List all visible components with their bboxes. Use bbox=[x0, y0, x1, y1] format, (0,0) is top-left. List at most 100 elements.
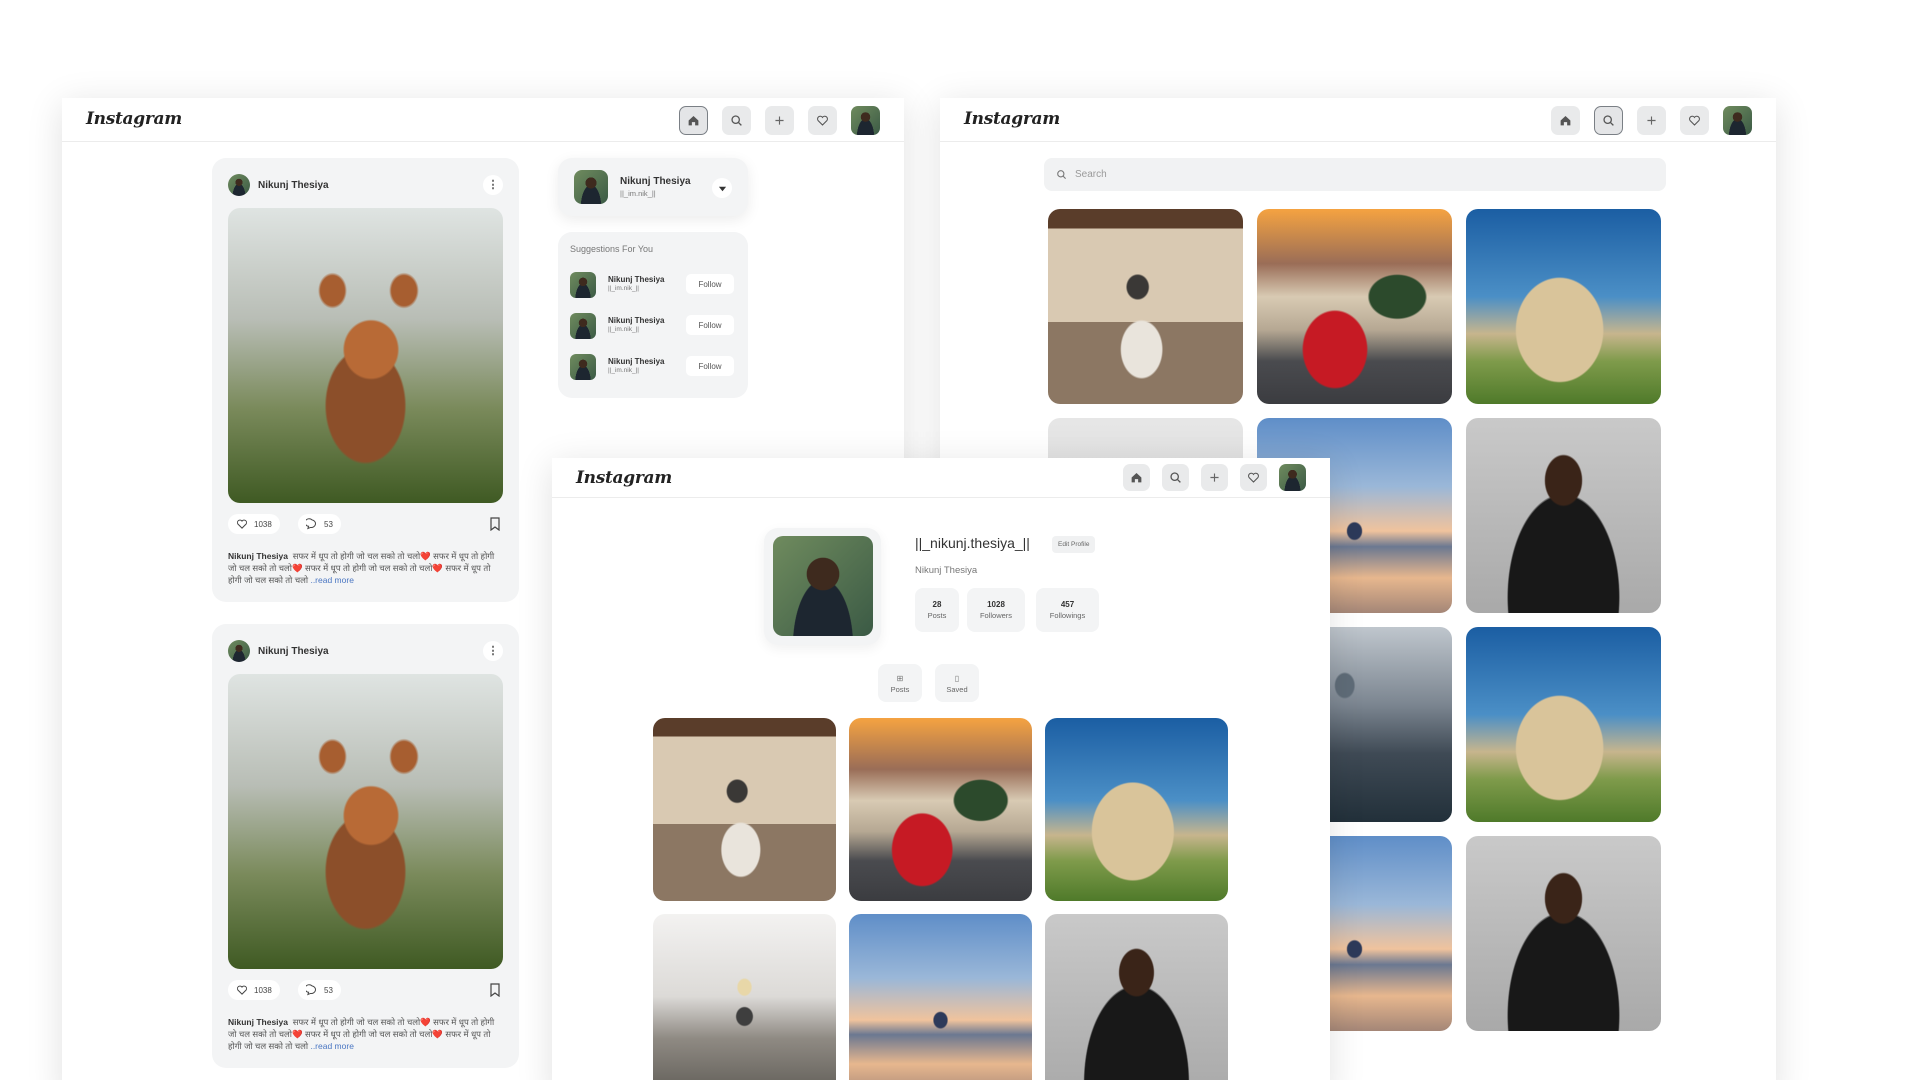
profile-avatar[interactable] bbox=[851, 106, 880, 135]
instagram-logo[interactable]: Instagram bbox=[964, 109, 1060, 129]
top-navbar: Instagram bbox=[552, 458, 1330, 498]
profile-picture-frame bbox=[764, 528, 881, 645]
add-post-icon[interactable] bbox=[1637, 106, 1666, 135]
heart-icon[interactable] bbox=[808, 106, 837, 135]
comment-icon bbox=[306, 984, 316, 996]
follow-button[interactable]: Follow bbox=[686, 315, 734, 335]
profile-post-image[interactable] bbox=[653, 718, 836, 901]
post-caption: Nikunj Thesiya सफर में धूप तो होगी जो चल… bbox=[228, 550, 503, 586]
chevron-down-icon[interactable] bbox=[712, 178, 732, 198]
home-icon[interactable] bbox=[1551, 106, 1580, 135]
suggestion-avatar[interactable] bbox=[570, 272, 596, 298]
posts-count: 28 bbox=[932, 600, 942, 609]
account-handle: ||_im.nik_|| bbox=[620, 189, 656, 198]
like-button[interactable]: 1038 bbox=[228, 980, 280, 1000]
post-author-name[interactable]: Nikunj Thesiya bbox=[258, 180, 329, 191]
suggestion-handle: ||_im.nik_|| bbox=[608, 367, 639, 374]
search-icon bbox=[1057, 170, 1067, 180]
suggestions-panel: Suggestions For You Nikunj Thesiya ||_im… bbox=[558, 232, 748, 398]
suggestions-title: Suggestions For You bbox=[570, 244, 654, 254]
grid-icon: ⊞ bbox=[896, 674, 904, 683]
like-count: 1038 bbox=[254, 985, 272, 995]
like-button[interactable]: 1038 bbox=[228, 514, 280, 534]
instagram-logo[interactable]: Instagram bbox=[86, 109, 182, 129]
profile-picture[interactable] bbox=[773, 536, 873, 636]
comment-count: 53 bbox=[324, 985, 333, 995]
more-options-icon[interactable]: ⋮ bbox=[483, 175, 503, 195]
post-author-avatar[interactable] bbox=[228, 640, 250, 662]
followers-stat[interactable]: 1028 Followers bbox=[967, 588, 1025, 632]
post-image[interactable] bbox=[228, 674, 503, 969]
like-count: 1038 bbox=[254, 519, 272, 529]
follow-button[interactable]: Follow bbox=[686, 356, 734, 376]
more-options-icon[interactable]: ⋮ bbox=[483, 641, 503, 661]
post-image[interactable] bbox=[228, 208, 503, 503]
heart-icon[interactable] bbox=[1680, 106, 1709, 135]
explore-image[interactable] bbox=[1257, 209, 1452, 404]
home-icon[interactable] bbox=[1123, 464, 1150, 491]
suggestion-avatar[interactable] bbox=[570, 313, 596, 339]
search-input[interactable]: Search bbox=[1044, 158, 1666, 191]
follow-button[interactable]: Follow bbox=[686, 274, 734, 294]
tab-saved[interactable]: ▯ Saved bbox=[935, 664, 979, 702]
profile-post-image[interactable] bbox=[653, 914, 836, 1080]
search-placeholder: Search bbox=[1075, 169, 1107, 180]
followings-label: Followings bbox=[1049, 611, 1086, 620]
post-caption: Nikunj Thesiya सफर में धूप तो होगी जो चल… bbox=[228, 1016, 503, 1052]
instagram-logo[interactable]: Instagram bbox=[576, 468, 672, 488]
explore-image[interactable] bbox=[1466, 836, 1661, 1031]
bookmark-icon[interactable] bbox=[489, 983, 501, 998]
posts-label: Posts bbox=[927, 611, 947, 620]
explore-image[interactable] bbox=[1048, 209, 1243, 404]
profile-avatar[interactable] bbox=[1279, 464, 1306, 491]
account-switcher[interactable]: Nikunj Thesiya ||_im.nik_|| bbox=[558, 158, 748, 216]
tab-posts[interactable]: ⊞ Posts bbox=[878, 664, 922, 702]
suggestion-item: Nikunj Thesiya ||_im.nik_|| Follow bbox=[558, 352, 748, 380]
heart-icon bbox=[236, 985, 248, 995]
followers-count: 1028 bbox=[987, 600, 1005, 609]
search-icon[interactable] bbox=[722, 106, 751, 135]
search-icon[interactable] bbox=[1594, 106, 1623, 135]
profile-post-image[interactable] bbox=[849, 718, 1032, 901]
profile-post-image[interactable] bbox=[849, 914, 1032, 1080]
profile-username: ||_nikunj.thesiya_|| bbox=[915, 535, 1030, 551]
edit-profile-button[interactable]: Edit Profile bbox=[1052, 536, 1096, 553]
explore-image[interactable] bbox=[1466, 627, 1661, 822]
caption-username[interactable]: Nikunj Thesiya bbox=[228, 1017, 288, 1027]
add-post-icon[interactable] bbox=[765, 106, 794, 135]
explore-image[interactable] bbox=[1466, 209, 1661, 404]
post-author-avatar[interactable] bbox=[228, 174, 250, 196]
post-author-name[interactable]: Nikunj Thesiya bbox=[258, 646, 329, 657]
suggestion-handle: ||_im.nik_|| bbox=[608, 326, 639, 333]
profile-full-name: Nikunj Thesiya bbox=[915, 565, 978, 576]
profile-post-image[interactable] bbox=[1045, 914, 1228, 1080]
bookmark-icon[interactable] bbox=[489, 517, 501, 532]
suggestion-handle: ||_im.nik_|| bbox=[608, 285, 639, 292]
heart-icon[interactable] bbox=[1240, 464, 1267, 491]
add-post-icon[interactable] bbox=[1201, 464, 1228, 491]
suggestion-name[interactable]: Nikunj Thesiya bbox=[608, 275, 664, 284]
bookmark-icon: ▯ bbox=[954, 674, 960, 683]
comment-count: 53 bbox=[324, 519, 333, 529]
profile-post-image[interactable] bbox=[1045, 718, 1228, 901]
comment-button[interactable]: 53 bbox=[298, 980, 341, 1000]
posts-stat[interactable]: 28 Posts bbox=[915, 588, 959, 632]
suggestion-name[interactable]: Nikunj Thesiya bbox=[608, 316, 664, 325]
tab-posts-label: Posts bbox=[890, 685, 910, 694]
suggestion-avatar[interactable] bbox=[570, 354, 596, 380]
read-more-link[interactable]: ..read more bbox=[310, 575, 353, 585]
suggestion-name[interactable]: Nikunj Thesiya bbox=[608, 357, 664, 366]
read-more-link[interactable]: ..read more bbox=[310, 1041, 353, 1051]
profile-avatar[interactable] bbox=[1723, 106, 1752, 135]
post-card: Nikunj Thesiya ⋮ 1038 53 Nikunj Thesiya … bbox=[212, 624, 519, 1068]
top-navbar: Instagram bbox=[62, 98, 904, 142]
suggestion-item: Nikunj Thesiya ||_im.nik_|| Follow bbox=[558, 270, 748, 298]
profile-window: Instagram ||_nikunj.thesiya_|| Edit Prof… bbox=[552, 458, 1330, 1080]
followings-stat[interactable]: 457 Followings bbox=[1036, 588, 1099, 632]
comment-button[interactable]: 53 bbox=[298, 514, 341, 534]
followers-label: Followers bbox=[979, 611, 1013, 620]
caption-username[interactable]: Nikunj Thesiya bbox=[228, 551, 288, 561]
explore-image[interactable] bbox=[1466, 418, 1661, 613]
search-icon[interactable] bbox=[1162, 464, 1189, 491]
home-icon[interactable] bbox=[679, 106, 708, 135]
